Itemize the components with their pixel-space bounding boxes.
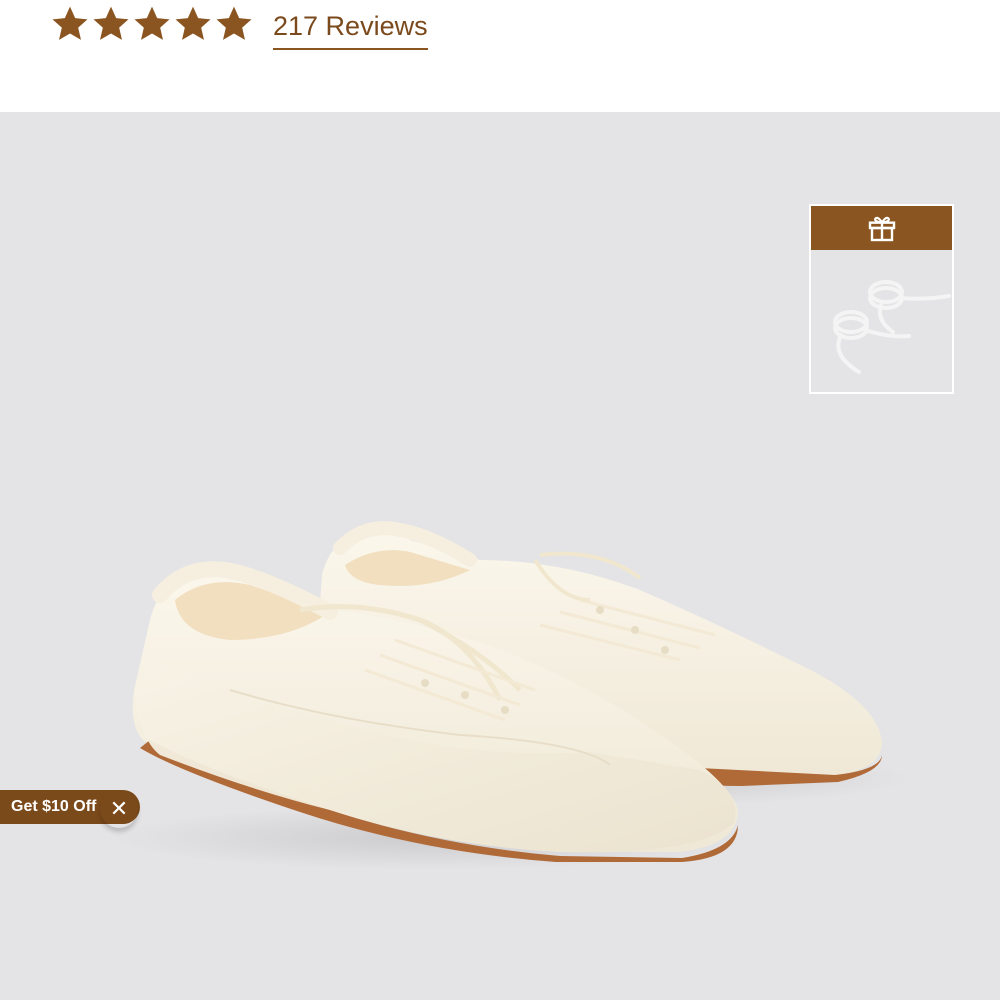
gift-icon: [868, 216, 895, 242]
product-image-gallery[interactable]: [0, 112, 1000, 1000]
star-rating: [50, 4, 255, 44]
close-icon[interactable]: ✕: [100, 790, 138, 828]
star-icon: [52, 6, 88, 40]
star-icon: [175, 6, 211, 40]
reviews-link[interactable]: 217 Reviews: [273, 10, 428, 50]
gift-badge-header: [811, 206, 952, 250]
star-icon: [134, 6, 170, 40]
star-icon: [216, 6, 252, 40]
promo-label[interactable]: Get $10 Off: [11, 798, 96, 816]
star-icon: [93, 6, 129, 40]
rating-bar: 217 Reviews: [0, 0, 1000, 112]
shoelaces-thumbnail: [833, 280, 951, 374]
discount-promo-pill[interactable]: Get $10 Off ✕: [0, 790, 140, 824]
gift-with-purchase-card[interactable]: [809, 204, 954, 394]
